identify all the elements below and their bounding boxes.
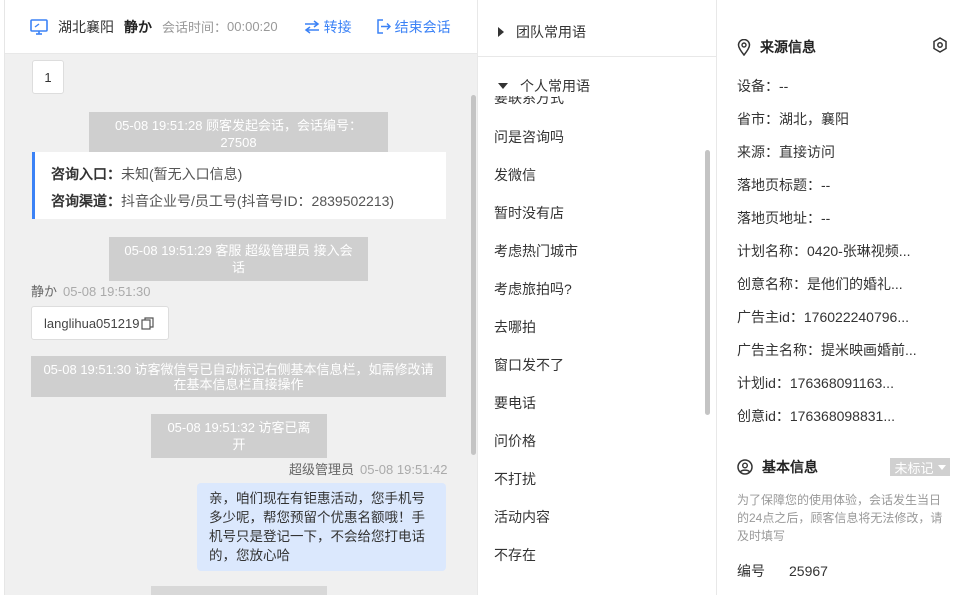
phrase-item[interactable]: 问是咨询吗 — [494, 127, 564, 147]
basic-info-title: 基本信息 — [762, 459, 818, 475]
transfer-label: 转接 — [323, 18, 352, 35]
source-creative-id: 创意id：176368098831... — [737, 408, 895, 424]
agent-message-name: 超级管理员 — [289, 462, 355, 477]
source-device: 设备：-- — [737, 78, 789, 94]
monitor-icon — [30, 18, 48, 35]
source-origin: 来源：直接访问 — [737, 144, 835, 160]
personal-phrases-toggle[interactable]: 个人常用语 — [498, 76, 590, 96]
transfer-icon — [304, 19, 319, 34]
tag-select[interactable]: 未标记 — [890, 458, 950, 476]
phrase-item[interactable]: 去哪拍 — [494, 317, 536, 337]
phrase-item[interactable]: 暂时没有店 — [494, 203, 564, 223]
basic-info-header: 基本信息 — [737, 457, 818, 477]
phrase-item[interactable]: 不存在 — [494, 545, 536, 565]
phrase-item[interactable]: 考虑旅拍吗? — [494, 279, 572, 299]
session-time: 00:00:20 — [227, 19, 278, 34]
settings-hex-icon[interactable] — [932, 37, 948, 53]
personal-phrase-list[interactable]: 要联系方式 问是咨询吗 发微信 暂时没有店 考虑热门城市 考虑旅拍吗? 去哪拍 … — [478, 96, 706, 595]
chat-workspace: 湖北襄阳 静か 会话时间： 00:00:20 转接 结束会话 1 05-08 1… — [0, 0, 955, 595]
chat-message-list[interactable]: 1 05-08 19:51:28 顾客发起会话，会话编号：27508 咨询入口：… — [5, 55, 478, 595]
agent-message-meta: 超级管理员 05-08 19:51:42 — [289, 459, 447, 478]
copy-icon[interactable] — [141, 316, 155, 330]
next-message-partial — [151, 586, 327, 595]
channel-value: 抖音企业号/员工号(抖音号ID：2839502213) — [121, 193, 395, 209]
session-time-label: 会话时间： — [162, 20, 228, 35]
phrase-item[interactable]: 窗口发不了 — [494, 355, 564, 375]
visitor-message-meta: 静か 05-08 19:51:30 — [31, 281, 150, 300]
phrase-item[interactable]: 问价格 — [494, 431, 536, 451]
team-phrases-toggle[interactable]: 团队常用语 — [498, 22, 586, 42]
phrases-divider — [478, 56, 716, 57]
visitor-name: 静か — [124, 18, 152, 35]
chat-scrollbar[interactable] — [471, 95, 476, 455]
customer-id-label: 编号 — [737, 563, 765, 579]
system-message-wechat-notice: 05-08 19:51:30 访客微信号已自动标记右侧基本信息栏，如需修改请在基… — [31, 356, 446, 397]
personal-phrases-label: 个人常用语 — [520, 78, 590, 94]
phrase-item[interactable]: 考虑热门城市 — [494, 241, 578, 261]
source-landing-url: 落地页地址：-- — [737, 210, 831, 226]
end-session-button[interactable]: 结束会话 — [376, 17, 451, 37]
end-session-label: 结束会话 — [394, 18, 451, 35]
phrase-item[interactable]: 要联系方式 — [494, 96, 564, 108]
visitor-message-bubble[interactable]: langlihua051219 — [31, 306, 169, 340]
customer-id-value: 25967 — [789, 563, 828, 579]
source-info-header: 来源信息 — [737, 37, 816, 57]
visitor-location: 湖北襄阳 — [58, 18, 114, 35]
caret-down-icon — [498, 83, 508, 89]
channel-row: 咨询渠道：抖音企业号/员工号(抖音号ID：2839502213) — [51, 188, 446, 215]
agent-message-time: 05-08 19:51:42 — [360, 462, 448, 477]
visitor-info-panel: 来源信息 设备：-- 省市：湖北，襄阳 来源：直接访问 落地页标题：-- 落地页… — [717, 0, 955, 595]
phrase-item[interactable]: 不打扰 — [494, 469, 536, 489]
source-info-title: 来源信息 — [760, 39, 816, 55]
source-advertiser-id: 广告主id：176022240796... — [737, 309, 909, 325]
entry-row: 咨询入口：未知(暂无入口信息) — [51, 161, 446, 188]
source-plan-id: 计划id：176368091163... — [737, 375, 894, 391]
phrase-item[interactable]: 活动内容 — [494, 507, 550, 527]
entry-value: 未知(暂无入口信息) — [121, 166, 243, 182]
chat-header: 湖北襄阳 静か 会话时间： 00:00:20 转接 结束会话 — [5, 0, 478, 54]
visitor-message-text: langlihua051219 — [44, 315, 140, 331]
channel-label: 咨询渠道： — [51, 193, 121, 209]
user-circle-icon — [737, 459, 753, 475]
tag-select-value: 未标记 — [894, 460, 934, 476]
team-phrases-label: 团队常用语 — [516, 24, 586, 40]
source-advertiser-name: 广告主名称：提米映画婚前... — [737, 342, 917, 358]
phrase-item[interactable]: 发微信 — [494, 165, 536, 185]
entry-label: 咨询入口： — [51, 166, 121, 182]
visitor-message-time: 05-08 19:51:30 — [63, 284, 151, 299]
source-creative-name: 创意名称：是他们的婚礼... — [737, 276, 903, 292]
caret-right-icon — [498, 27, 504, 37]
phrases-panel: 团队常用语 个人常用语 要联系方式 问是咨询吗 发微信 暂时没有店 考虑热门城市… — [477, 0, 717, 595]
consult-info-card: 咨询入口：未知(暂无入口信息) 咨询渠道：抖音企业号/员工号(抖音号ID：283… — [32, 152, 446, 219]
system-message-agent-join: 05-08 19:51:29 客服 超级管理员 接入会话 — [109, 237, 368, 281]
system-message-visitor-left: 05-08 19:51:32 访客已离开 — [151, 414, 327, 458]
chevron-down-icon — [937, 464, 946, 470]
source-province-city: 省市：湖北，襄阳 — [737, 111, 849, 127]
transfer-button[interactable]: 转接 — [304, 17, 352, 37]
phrase-item[interactable]: 要电话 — [494, 393, 536, 413]
basic-info-note: 为了保障您的使用体验，会话发生当日的24点之后，顾客信息将无法修改，请及时填写 — [737, 493, 943, 543]
source-plan-name: 计划名称：0420-张琳视频... — [737, 243, 911, 259]
location-pin-icon — [737, 38, 751, 56]
page-number-chip[interactable]: 1 — [32, 60, 64, 94]
phrases-scrollbar[interactable] — [705, 150, 710, 415]
visitor-message-name: 静か — [31, 284, 58, 299]
agent-message-bubble[interactable]: 亲，咱们现在有钜惠活动，您手机号多少呢，帮您预留个优惠名额哦！手机号只是登记一下… — [197, 483, 446, 571]
system-message-start: 05-08 19:51:28 顾客发起会话，会话编号：27508 — [89, 112, 388, 156]
customer-id-row: 编号 25967 — [737, 561, 828, 581]
source-landing-title: 落地页标题：-- — [737, 177, 831, 193]
chat-panel: 湖北襄阳 静か 会话时间： 00:00:20 转接 结束会话 1 05-08 1… — [4, 0, 478, 595]
exit-icon — [376, 19, 391, 34]
